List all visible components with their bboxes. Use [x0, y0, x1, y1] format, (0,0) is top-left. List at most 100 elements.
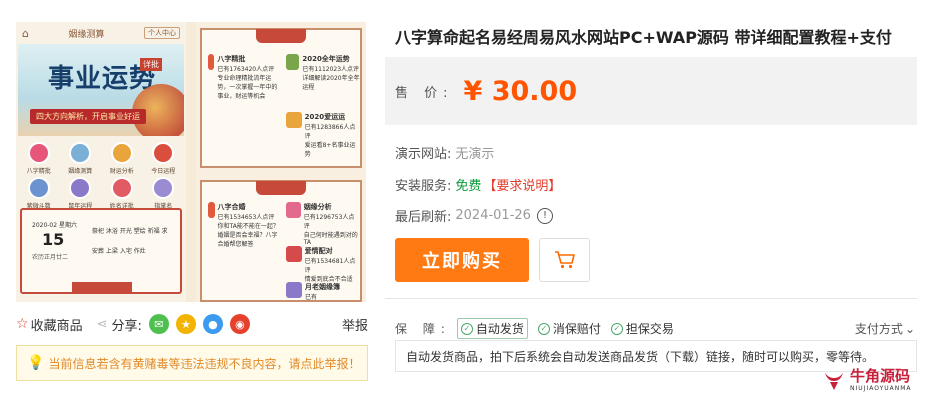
price-label: 售 价: — [395, 85, 454, 101]
check-icon: ✓ — [537, 322, 550, 335]
refresh-value: 2024-01-26 — [455, 208, 531, 223]
preview-card-bottom: 八字合婚 已有1534653人点评 你和TA能不能在一起？婚姻是否会幸福？八字合婚帮… — [200, 180, 362, 302]
guarantee-compensation[interactable]: ✓ 消保赔付 — [537, 320, 601, 337]
buy-now-button[interactable]: 立即购买 — [395, 238, 529, 282]
service-requirements-link[interactable]: 【要求说明】 — [483, 175, 561, 194]
payment-methods-dropdown[interactable]: 支付方式 ⌄ — [855, 320, 915, 337]
logo-text-cn: 牛角源码 — [850, 366, 911, 385]
chevron-down-icon: ⌄ — [904, 321, 915, 336]
preview-top-title: 姻缘测算 — [68, 29, 105, 40]
grid-icon — [69, 142, 92, 164]
grid-icon — [152, 177, 175, 199]
qzone-share-button[interactable]: ★ — [175, 314, 196, 334]
guarantee-label: 保 障: — [395, 322, 451, 336]
preview-user-center: 个人中心 — [144, 27, 180, 39]
report-link[interactable]: 举报 — [342, 315, 368, 334]
preview-item: 八字合婚 已有1534653人点评 你和TA能不能在一起？婚姻是否会幸福？八字合婚帮… — [208, 202, 282, 248]
share-group: ⋖ 分享: ✉ ★ ● ◉ — [97, 314, 250, 334]
card-header-ribbon — [256, 29, 306, 43]
preview-banner: 事业运势 详批 四大方向解析，开启事业好运 — [18, 44, 184, 136]
grid-item: 紫微斗数 — [18, 177, 60, 210]
item-icon — [286, 54, 300, 70]
guarantee-auto-delivery[interactable]: ✓ 自动发货 — [456, 318, 528, 339]
product-gallery: ⌂ 姻缘测算 个人中心 事业运势 详批 四大方向解析，开启事业好运 八字精批 姻… — [16, 22, 366, 302]
preview-left-phone: ⌂ 姻缘测算 个人中心 事业运势 详批 四大方向解析，开启事业好运 八字精批 姻… — [16, 22, 186, 302]
refresh-row: 最后刷新: 2024-01-26 ! — [395, 206, 553, 225]
check-icon: ✓ — [610, 322, 623, 335]
item-icon — [208, 54, 215, 70]
grid-icon — [110, 142, 133, 164]
report-notice-text: 当前信息若含有黄赌毒等违法违规不良内容，请点此举报！ — [48, 356, 361, 371]
calendar-ribbon — [72, 282, 132, 294]
calendar-day: 15 — [42, 230, 65, 249]
grid-item: 财运分析 — [101, 142, 143, 175]
price-value: ¥ 30.00 — [463, 75, 578, 107]
wechat-share-button[interactable]: ✉ — [148, 314, 169, 334]
site-logo: 牛角源码 NIUJIAOYUANMA — [822, 368, 912, 392]
calendar-card: 2020-02 星期六 15 农历正月廿二 祭祀 沐浴 开光 塑绘 祈福 求 安… — [20, 208, 182, 294]
item-icon — [286, 246, 302, 262]
card-header-ribbon — [256, 181, 306, 195]
grid-icon — [152, 142, 175, 164]
qq-share-button[interactable]: ● — [202, 314, 223, 334]
item-icon — [208, 202, 215, 218]
preview-item: 月老姻缘簿 已有 — [286, 282, 360, 301]
favorite-button[interactable]: ☆ 收藏商品 — [16, 315, 83, 334]
service-row: 安装服务: 免费 【要求说明】 — [395, 175, 561, 194]
share-row: ☆ 收藏商品 ⋖ 分享: ✉ ★ ● ◉ 举报 — [16, 314, 368, 334]
preview-item: 爱情配对 已有1534681人点评 情爱到底合不合适 — [286, 246, 360, 283]
preview-icon-grid: 八字精批 姻缘测算 财运分析 今日运程 紫微斗数 鼠年运程 姓名详批 指掌名 — [16, 136, 186, 210]
preview-item: 姻缘分析 已有1296753人点评 自己何时能遇到对的TA — [286, 202, 360, 246]
grid-icon — [27, 177, 50, 199]
demo-value: 无演示 — [455, 147, 495, 162]
price-box: 售 价: ¥ 30.00 — [385, 57, 917, 125]
banner-slogan: 四大方向解析，开启事业好运 — [30, 109, 146, 124]
logo-text-en: NIUJIAOYUANMA — [850, 384, 912, 392]
grid-item: 今日运程 — [143, 142, 185, 175]
cart-icon — [554, 251, 575, 269]
preview-item: 2020全年运势 已有1112023人点评 详细解读2020年全年运程 — [286, 54, 360, 91]
guarantee-row: 保 障: ✓ 自动发货 ✓ 消保赔付 ✓ 担保交易 支付方式 ⌄ — [395, 318, 915, 339]
demo-label: 演示网站: — [395, 147, 452, 162]
item-icon — [286, 112, 302, 128]
guarantee-escrow[interactable]: ✓ 担保交易 — [610, 320, 674, 337]
star-icon: ☆ — [16, 316, 29, 332]
grid-item: 鼠年运程 — [60, 177, 102, 210]
demo-row: 演示网站: 无演示 — [395, 143, 494, 162]
info-icon[interactable]: ! — [536, 207, 553, 224]
report-notice[interactable]: 💡 当前信息若含有黄赌毒等违法违规不良内容，请点此举报！ — [16, 345, 368, 381]
share-icon: ⋖ — [96, 316, 108, 332]
lightbulb-icon: 💡 — [27, 355, 45, 371]
add-to-cart-button[interactable] — [539, 238, 590, 282]
item-icon — [286, 282, 302, 298]
grid-item: 指掌名 — [143, 177, 185, 210]
share-label: 分享: — [111, 318, 142, 334]
grid-item: 姻缘测算 — [60, 142, 102, 175]
service-value: 免费 — [455, 179, 482, 194]
home-icon: ⌂ — [22, 26, 29, 40]
grid-icon — [27, 142, 50, 164]
preview-item: 2020爱运运 已有1283866人点评 爱运看8+名事业运势 — [286, 112, 360, 158]
grid-item: 姓名详批 — [101, 177, 143, 210]
calendar-ji: 安葬 上梁 入宅 作灶 — [92, 248, 146, 255]
product-title: 八字算命起名易经周易风水网站PC+WAP源码 带详细配置教程+支付 — [395, 28, 892, 47]
calendar-yi: 祭祀 沐浴 开光 塑绘 祈福 求 — [92, 228, 168, 235]
service-label: 安装服务: — [395, 179, 452, 194]
calendar-date: 2020-02 星期六 — [32, 222, 77, 229]
banner-stamp: 详批 — [140, 58, 162, 71]
preview-item: 八字精批 已有1763420人点评 专业命理精批流年运势，一次掌握一年中的事业，财运… — [208, 54, 282, 100]
grid-icon — [110, 177, 133, 199]
preview-card-top: 八字精批 已有1763420人点评 专业命理精批流年运势，一次掌握一年中的事业，财运… — [200, 28, 362, 168]
item-icon — [286, 202, 301, 218]
refresh-label: 最后刷新: — [395, 210, 452, 225]
weibo-share-button[interactable]: ◉ — [229, 314, 250, 334]
grid-item: 八字精批 — [18, 142, 60, 175]
favorite-label: 收藏商品 — [30, 318, 83, 334]
bull-horn-logo-icon — [825, 373, 843, 390]
grid-icon — [69, 177, 92, 199]
calendar-lunar: 农历正月廿二 — [32, 254, 69, 261]
preview-right-phone: 八字精批 已有1763420人点评 专业命理精批流年运势，一次掌握一年中的事业，财运… — [196, 22, 366, 302]
check-icon: ✓ — [460, 322, 473, 335]
guarantee-description-text: 自动发货商品，拍下后系统会自动发送商品发货（下载）链接，随时可以购买，零等待。 — [406, 349, 875, 364]
section-divider — [385, 298, 917, 299]
